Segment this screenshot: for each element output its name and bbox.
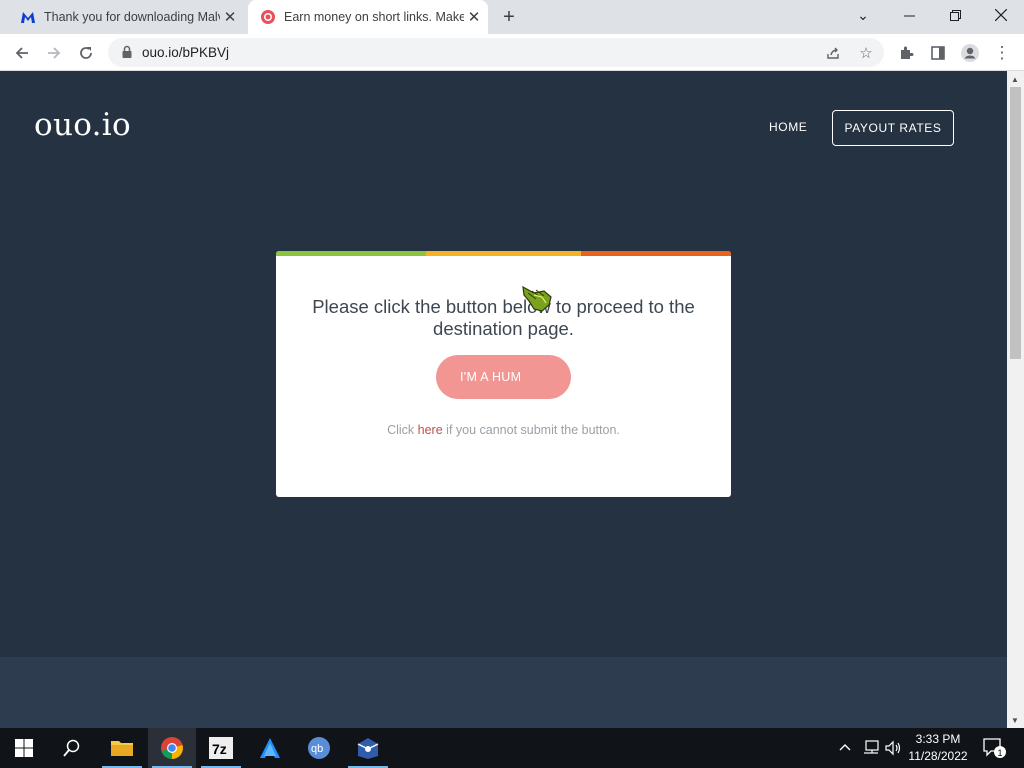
profile-icon[interactable] xyxy=(956,39,984,67)
card-bar-yellow xyxy=(426,251,581,256)
malwarebytes-icon xyxy=(20,9,36,25)
notification-center-icon[interactable]: 1 xyxy=(982,737,1008,762)
search-icon[interactable] xyxy=(48,728,96,768)
ouo-icon xyxy=(260,9,276,25)
network-icon[interactable] xyxy=(862,740,880,759)
close-icon[interactable]: ✕ xyxy=(464,7,484,27)
reload-icon[interactable] xyxy=(72,39,100,67)
site-logo[interactable]: ouo.io xyxy=(34,107,131,143)
show-hidden-icons-icon[interactable] xyxy=(839,740,851,755)
here-link[interactable]: here xyxy=(418,423,443,437)
installer-icon[interactable] xyxy=(344,728,392,768)
system-clock[interactable]: 3:33 PM 11/28/2022 xyxy=(905,731,971,765)
svg-text:7z: 7z xyxy=(212,741,227,757)
extensions-icon[interactable] xyxy=(892,39,920,67)
arcade-icon[interactable] xyxy=(246,728,294,768)
chrome-icon[interactable] xyxy=(148,728,196,768)
hand-cursor-icon xyxy=(520,283,554,313)
footer-band xyxy=(0,657,1007,728)
restore-icon[interactable] xyxy=(932,0,978,30)
address-bar[interactable]: ouo.io/bPKBVj ☆ xyxy=(108,38,884,67)
payout-rates-button[interactable]: PAYOUT RATES xyxy=(832,110,954,146)
card-bar-orange xyxy=(581,251,731,256)
proceed-card: Please click the button below to proceed… xyxy=(276,251,731,497)
svg-text:qb: qb xyxy=(311,743,323,755)
close-icon[interactable]: ✕ xyxy=(220,7,240,27)
side-panel-icon[interactable] xyxy=(924,39,952,67)
tab-malwarebytes[interactable]: Thank you for downloading Malv ✕ xyxy=(8,0,244,34)
note-suffix: if you cannot submit the button. xyxy=(442,423,620,437)
note-prefix: Click xyxy=(387,423,418,437)
7zip-icon[interactable]: 7z xyxy=(197,728,245,768)
share-icon[interactable] xyxy=(821,41,845,65)
card-heading: Please click the button below to proceed… xyxy=(312,296,695,339)
back-icon[interactable] xyxy=(8,39,36,67)
url-text: ouo.io/bPKBVj xyxy=(142,45,230,60)
card-bar-green xyxy=(276,251,426,256)
volume-icon[interactable] xyxy=(885,740,903,759)
close-window-icon[interactable] xyxy=(978,0,1024,30)
file-explorer-icon[interactable] xyxy=(98,728,146,768)
browser-toolbar: ouo.io/bPKBVj ☆ ⋮ xyxy=(0,34,1024,71)
scroll-up-arrow-icon[interactable]: ▲ xyxy=(1011,75,1019,84)
menu-icon[interactable]: ⋮ xyxy=(988,39,1016,67)
page-scrollbar[interactable]: ▲ ▼ xyxy=(1007,71,1024,728)
windows-taskbar: 7z qb 3:33 PM 11/28/2022 1 xyxy=(0,728,1024,768)
im-a-human-button[interactable]: I'M A HUM xyxy=(436,355,571,399)
clock-date: 11/28/2022 xyxy=(908,749,968,763)
minimize-icon[interactable] xyxy=(886,0,932,30)
windows-start-icon[interactable] xyxy=(0,728,48,768)
qbittorrent-icon[interactable]: qb xyxy=(295,728,343,768)
bookmark-star-icon[interactable]: ☆ xyxy=(854,41,878,65)
notification-count: 1 xyxy=(998,748,1003,758)
tab-title: Thank you for downloading Malv xyxy=(44,10,220,24)
scroll-down-arrow-icon[interactable]: ▼ xyxy=(1011,716,1019,725)
tab-strip: Thank you for downloading Malv ✕ Earn mo… xyxy=(0,0,1024,34)
new-tab-icon[interactable]: + xyxy=(498,7,520,29)
lock-icon xyxy=(120,45,134,59)
forward-icon[interactable] xyxy=(40,39,68,67)
clock-time: 3:33 PM xyxy=(915,732,961,746)
scroll-thumb[interactable] xyxy=(1010,87,1021,359)
tab-title: Earn money on short links. Make xyxy=(284,10,464,24)
tab-search-icon[interactable]: ⌄ xyxy=(840,0,886,30)
tab-ouo[interactable]: Earn money on short links. Make ✕ xyxy=(248,0,488,34)
fallback-note: Click here if you cannot submit the butt… xyxy=(276,423,731,437)
page-viewport: ouo.io HOME PAYOUT RATES Please click th… xyxy=(0,71,1007,728)
nav-home-link[interactable]: HOME xyxy=(769,120,807,134)
